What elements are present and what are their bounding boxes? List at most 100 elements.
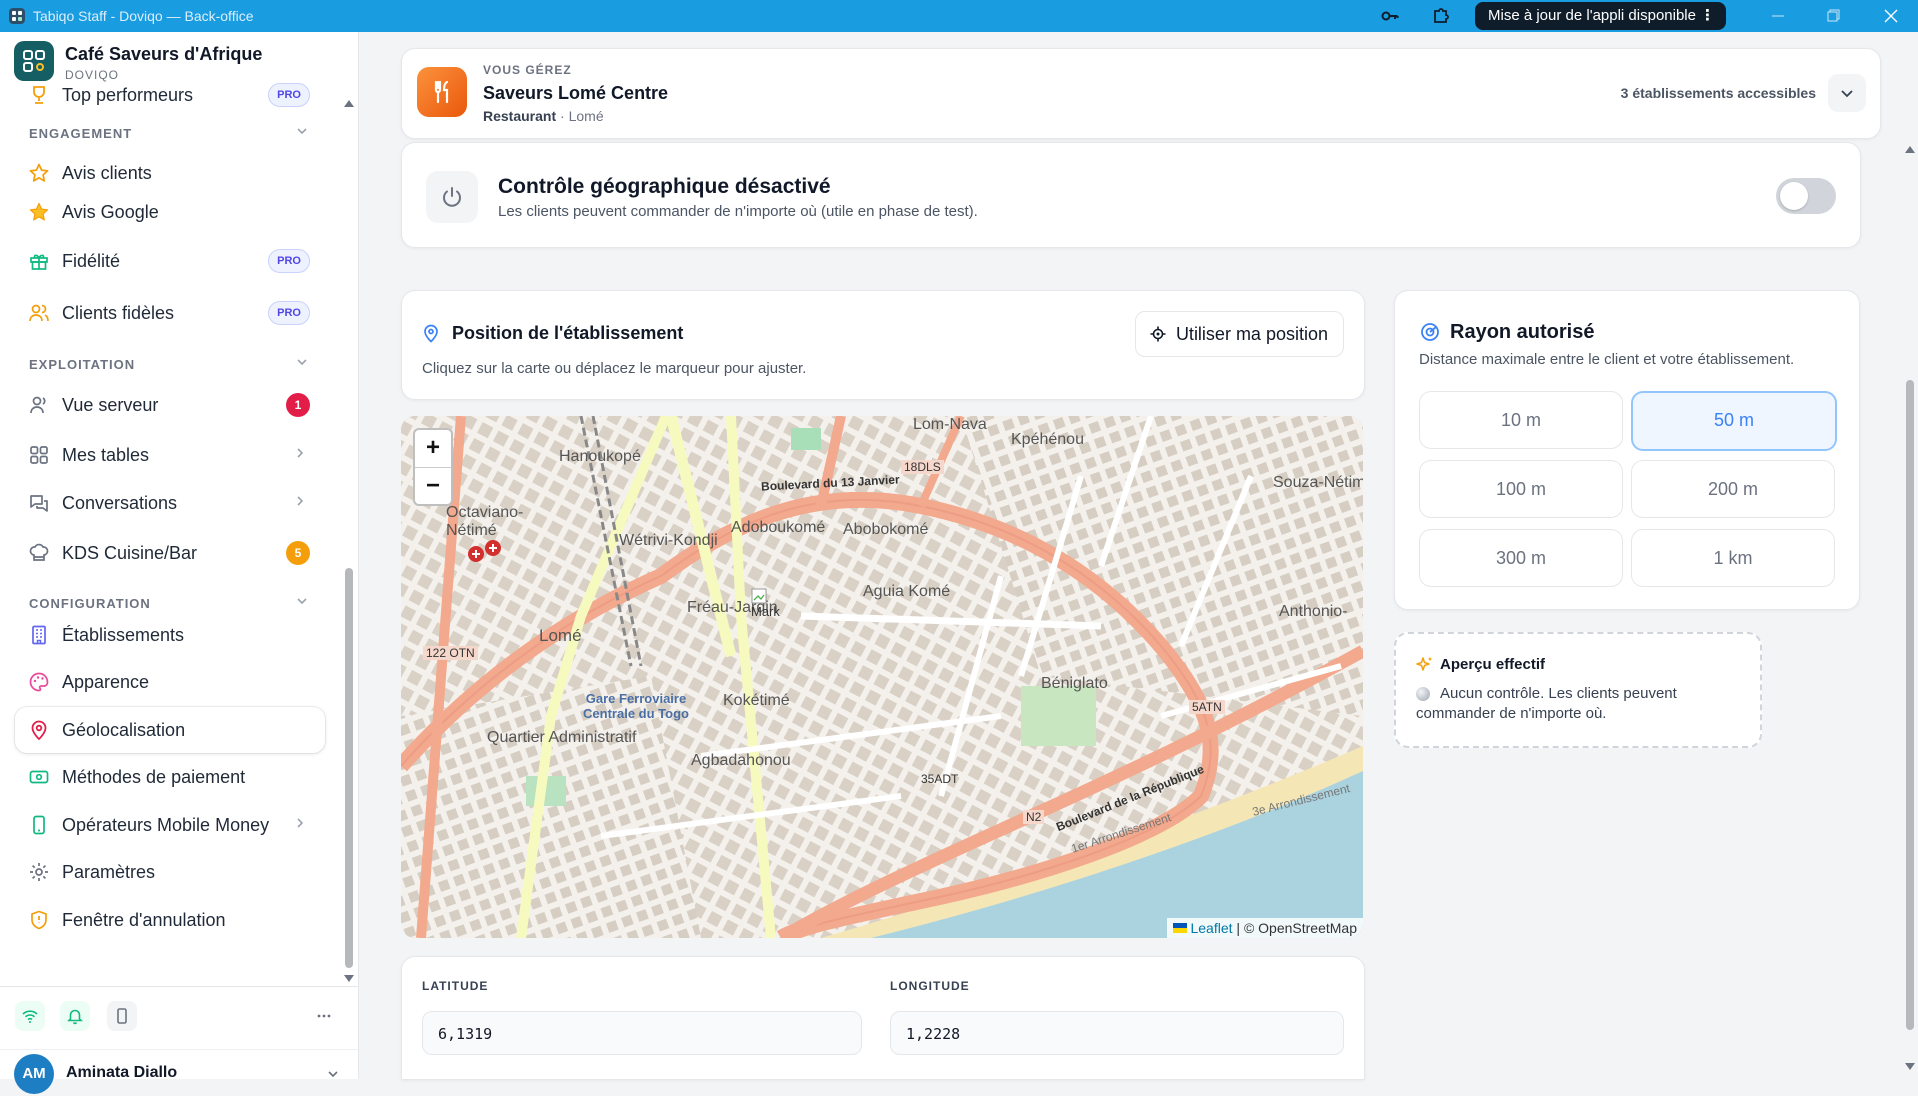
sidebar-item-kds[interactable]: KDS Cuisine/Bar 5 xyxy=(15,530,325,576)
chat-icon xyxy=(30,495,48,512)
minimize-button[interactable] xyxy=(1753,0,1803,32)
zoom-out-button[interactable]: − xyxy=(415,468,451,505)
sidebar-item-label: Top performeurs xyxy=(62,85,194,105)
establishment-kicker: VOUS GÉREZ xyxy=(483,63,572,77)
wifi-icon xyxy=(22,1010,38,1023)
users-icon xyxy=(29,304,49,322)
scrollbar-thumb[interactable] xyxy=(345,568,353,968)
sidebar: Café Saveurs d'Afrique DOVIQO Top perfor… xyxy=(0,32,359,1094)
scrollbar-thumb[interactable] xyxy=(1906,380,1914,1030)
sidebar-item-apparence[interactable]: Apparence xyxy=(15,659,325,705)
wifi-status-button[interactable] xyxy=(15,1001,45,1031)
user-name: Aminata Diallo xyxy=(66,1064,178,1081)
maximize-button[interactable] xyxy=(1808,0,1858,32)
establishment-dropdown-button[interactable] xyxy=(1828,74,1866,112)
use-my-location-button[interactable]: Utiliser ma position xyxy=(1134,311,1344,357)
map-pin-icon xyxy=(424,324,438,343)
notifications-button[interactable] xyxy=(60,1001,90,1031)
map-label: 122 OTN xyxy=(423,646,478,660)
chevron-down-icon xyxy=(297,598,307,605)
extension-icon[interactable] xyxy=(1430,5,1452,27)
crosshair-icon xyxy=(1150,326,1166,342)
section-exploitation[interactable]: EXPLOITATION xyxy=(29,357,307,372)
window-titlebar: Tabiqo Staff - Doviqo — Back-office Mise… xyxy=(0,0,1918,32)
sidebar-item-mes-tables[interactable]: Mes tables xyxy=(15,432,325,478)
page-scrollbar[interactable] xyxy=(1902,140,1918,1078)
section-configuration[interactable]: CONFIGURATION xyxy=(29,596,307,611)
sidebar-item-conversations[interactable]: Conversations xyxy=(15,480,325,526)
map[interactable]: Hanoukopé Octaviano-Nétimé Wétrivi-Kondj… xyxy=(401,416,1363,938)
trophy-icon xyxy=(33,86,45,104)
map-label: N2 xyxy=(1023,810,1045,824)
radius-option-1km[interactable]: 1 km xyxy=(1631,529,1835,587)
leaflet-link[interactable]: Leaflet xyxy=(1190,920,1232,936)
sidebar-item-label: Fidélité xyxy=(62,251,121,271)
map-label: Wétrivi-Kondji xyxy=(619,532,718,549)
establishment-switcher[interactable]: VOUS GÉREZ Saveurs Lomé Centre Restauran… xyxy=(401,48,1881,139)
marker-alt-text: Mark xyxy=(751,604,780,619)
radius-option-10m[interactable]: 10 m xyxy=(1419,391,1623,449)
sidebar-item-operateurs-mobile-money[interactable]: Opérateurs Mobile Money xyxy=(15,802,325,848)
map-label: Hanoukopé xyxy=(559,448,641,465)
scroll-up-arrow[interactable] xyxy=(1904,144,1916,154)
map-label: Agbadahonou xyxy=(691,752,791,769)
sidebar-nav[interactable]: Top performeurs PRO ENGAGEMENT Avis clie… xyxy=(0,82,340,990)
sidebar-item-clients-fideles[interactable]: Clients fidèles PRO xyxy=(15,290,325,336)
coordinates-card: LATITUDE 6,1319 LONGITUDE 1,2228 xyxy=(401,956,1365,1080)
key-icon[interactable] xyxy=(1379,5,1401,27)
sidebar-footer: AM Aminata Diallo xyxy=(0,986,358,1094)
sidebar-item-methodes-paiement[interactable]: Méthodes de paiement xyxy=(15,754,325,800)
sparkles-icon xyxy=(1416,657,1432,671)
radius-option-100m[interactable]: 100 m xyxy=(1419,460,1623,518)
sidebar-item-avis-google[interactable]: Avis Google xyxy=(15,189,325,235)
geo-control-subtitle: Les clients peuvent commander de n'impor… xyxy=(498,203,978,220)
sidebar-item-label: Établissements xyxy=(62,625,185,645)
location-marker[interactable]: Mark xyxy=(751,588,780,628)
sidebar-item-top-performeurs[interactable]: Top performeurs PRO xyxy=(15,82,325,118)
brand-subtitle: DOVIQO xyxy=(65,68,120,82)
radius-option-200m[interactable]: 200 m xyxy=(1631,460,1835,518)
sidebar-item-etablissements[interactable]: Établissements xyxy=(15,612,325,658)
map-tiles xyxy=(401,416,1363,938)
osm-attribution: | © OpenStreetMap xyxy=(1236,920,1357,936)
sidebar-scrollbar[interactable] xyxy=(342,98,356,982)
sidebar-item-label: Méthodes de paiement xyxy=(62,767,246,787)
ukraine-flag-icon xyxy=(1172,923,1187,933)
sidebar-item-label: Géolocalisation xyxy=(62,720,186,740)
bell-icon xyxy=(67,1009,83,1025)
latitude-input[interactable]: 6,1319 xyxy=(422,1011,862,1055)
radius-option-50m[interactable]: 50 m xyxy=(1631,391,1837,451)
notification-count-badge: 5 xyxy=(286,541,310,565)
establishment-type: Restaurant xyxy=(483,108,557,124)
section-engagement[interactable]: ENGAGEMENT xyxy=(29,126,307,141)
more-horizontal-icon xyxy=(317,1014,331,1018)
zoom-in-button[interactable]: + xyxy=(415,430,451,468)
sidebar-item-parametres[interactable]: Paramètres xyxy=(15,849,325,895)
sidebar-item-fenetre-annulation[interactable]: Fenêtre d'annulation xyxy=(15,897,325,943)
smartphone-icon xyxy=(33,815,45,835)
sidebar-item-fidelite[interactable]: Fidélité PRO xyxy=(15,238,325,284)
longitude-input[interactable]: 1,2228 xyxy=(890,1011,1344,1055)
map-label: Béniglato xyxy=(1041,675,1108,692)
sidebar-item-label: KDS Cuisine/Bar xyxy=(62,543,198,563)
brand-header[interactable]: Café Saveurs d'Afrique DOVIQO xyxy=(0,32,358,82)
position-subtitle: Cliquez sur la carte ou déplacez le marq… xyxy=(422,360,807,377)
scroll-down-arrow[interactable] xyxy=(1904,1062,1916,1072)
radius-option-300m[interactable]: 300 m xyxy=(1419,529,1623,587)
geo-control-toggle[interactable] xyxy=(1776,178,1836,214)
sidebar-item-vue-serveur[interactable]: Vue serveur 1 xyxy=(15,382,325,428)
broken-image-icon xyxy=(751,588,767,604)
map-label: 35ADT xyxy=(921,772,959,786)
scroll-up-arrow[interactable] xyxy=(343,98,355,108)
user-menu[interactable]: AM Aminata Diallo xyxy=(0,1049,358,1096)
geo-control-title: Contrôle géographique désactivé xyxy=(498,175,831,198)
update-available-button[interactable]: Mise à jour de l'appli disponible ⋮ xyxy=(1475,2,1726,30)
toggle-knob xyxy=(1780,182,1808,210)
sidebar-item-geolocalisation[interactable]: Géolocalisation xyxy=(15,707,325,753)
close-button[interactable] xyxy=(1866,0,1916,32)
smartphone-icon xyxy=(117,1008,127,1024)
scroll-down-arrow[interactable] xyxy=(343,974,355,984)
more-options-button[interactable] xyxy=(309,1001,339,1031)
chevron-down-icon xyxy=(1841,90,1853,98)
device-button[interactable] xyxy=(107,1001,137,1031)
